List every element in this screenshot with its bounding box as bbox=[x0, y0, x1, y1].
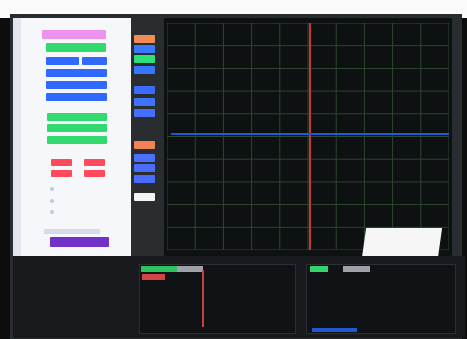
right-plot-label-blue bbox=[312, 328, 357, 332]
side-tag-white bbox=[134, 193, 155, 201]
left-plot-label-red bbox=[142, 274, 165, 280]
side-tag-blue-8 bbox=[134, 175, 155, 183]
side-tag-blue-6 bbox=[134, 154, 155, 162]
side-tag-blue-7 bbox=[134, 164, 155, 172]
side-tag-orange-2 bbox=[134, 141, 155, 149]
reset-button[interactable] bbox=[84, 170, 105, 177]
function-1-button[interactable] bbox=[47, 113, 107, 121]
side-tag-orange bbox=[134, 35, 155, 43]
status-caption bbox=[44, 229, 100, 234]
save-button[interactable] bbox=[84, 159, 105, 166]
side-tag-blue-3 bbox=[134, 86, 155, 94]
left-plot-label-green bbox=[141, 266, 179, 272]
side-tag-green-1 bbox=[134, 55, 155, 63]
apply-button[interactable] bbox=[50, 237, 109, 247]
top-mode-button[interactable] bbox=[42, 30, 106, 39]
radio-dot-3 bbox=[50, 210, 54, 214]
record-button[interactable] bbox=[51, 159, 72, 166]
start-button[interactable] bbox=[46, 57, 79, 65]
radio-option-2[interactable] bbox=[50, 197, 57, 205]
side-tag-blue-5 bbox=[134, 109, 155, 117]
run-button[interactable] bbox=[46, 43, 106, 52]
function-3-button[interactable] bbox=[47, 136, 107, 144]
radio-option-3[interactable] bbox=[50, 208, 57, 216]
sub-plot-right bbox=[306, 264, 456, 334]
side-tag-blue-1 bbox=[134, 45, 155, 53]
clear-button[interactable] bbox=[51, 170, 72, 177]
side-tag-blue-4 bbox=[134, 98, 155, 106]
channel-button[interactable] bbox=[46, 81, 107, 89]
radio-dot-1 bbox=[50, 187, 54, 191]
settings-button[interactable] bbox=[46, 69, 107, 77]
right-plot-label-green bbox=[310, 266, 328, 272]
left-plot-label-gray bbox=[177, 266, 203, 272]
plot-grid bbox=[167, 23, 449, 250]
white-card bbox=[361, 228, 443, 258]
function-2-button[interactable] bbox=[47, 124, 107, 132]
trigger-button[interactable] bbox=[46, 93, 107, 101]
stop-button[interactable] bbox=[82, 57, 107, 65]
radio-dot-2 bbox=[50, 199, 54, 203]
radio-option-1[interactable] bbox=[50, 185, 57, 193]
left-plot-cursor[interactable] bbox=[202, 270, 204, 327]
grid-lines bbox=[167, 23, 449, 250]
side-tag-blue-2 bbox=[134, 66, 155, 74]
right-plot-label-gray bbox=[343, 266, 370, 272]
